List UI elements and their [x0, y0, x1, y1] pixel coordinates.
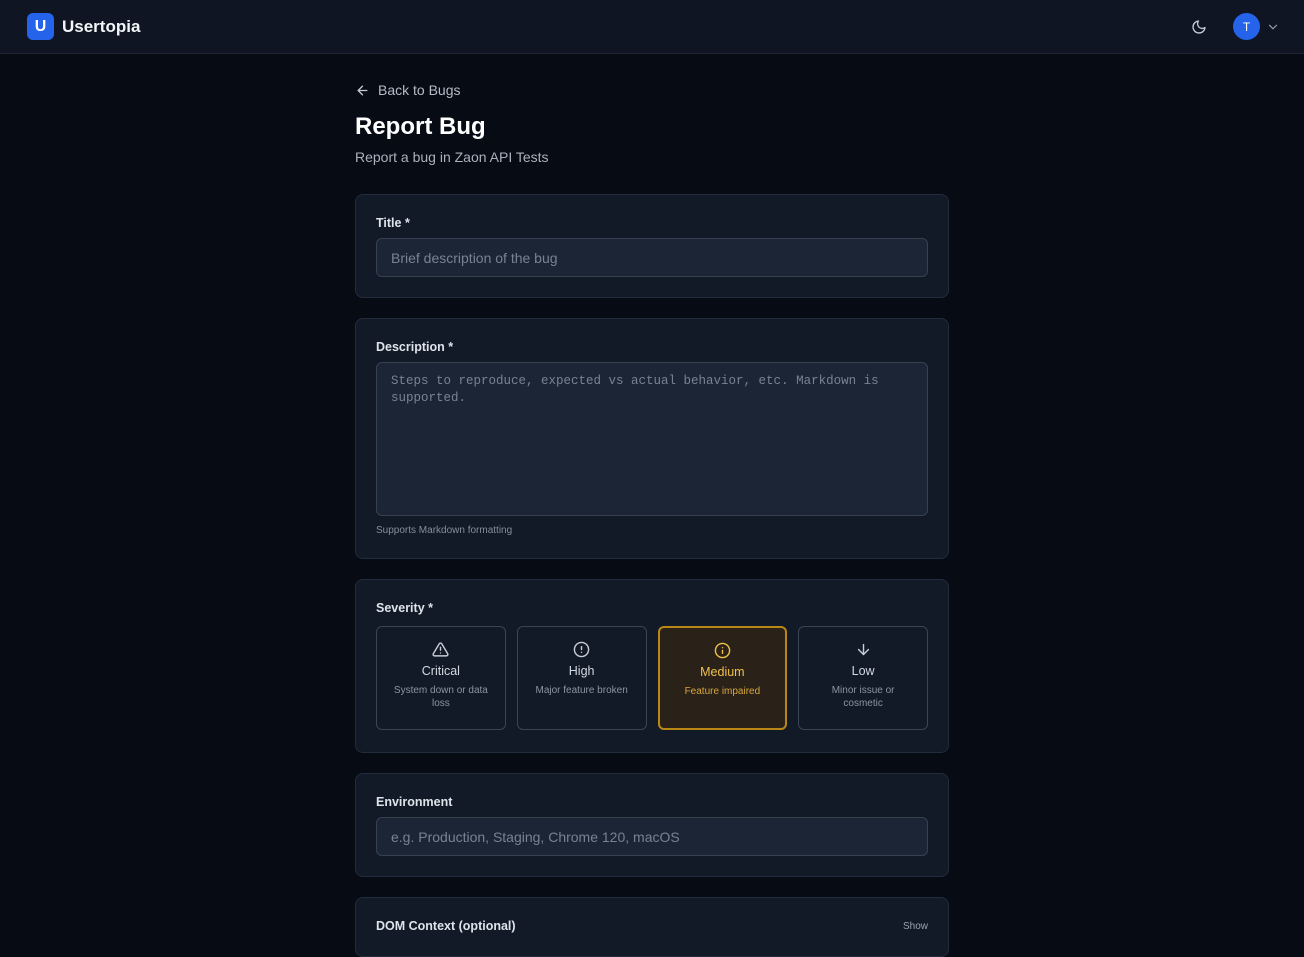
severity-desc: Feature impaired: [684, 686, 761, 697]
dom-context-card: DOM Context (optional) Show: [355, 897, 949, 957]
top-navbar: U Usertopia T: [0, 0, 1304, 54]
title-input[interactable]: [376, 238, 928, 277]
app-name: Usertopia: [62, 16, 141, 36]
description-card: Description * Supports Markdown formatti…: [355, 318, 949, 559]
environment-card: Environment: [355, 773, 949, 877]
navbar-actions: T: [1187, 13, 1280, 40]
back-link-label: Back to Bugs: [378, 82, 461, 98]
dom-context-label: DOM Context (optional): [376, 919, 516, 933]
severity-desc: Minor issue or cosmetic: [831, 685, 895, 709]
brand-link[interactable]: U Usertopia: [27, 13, 140, 40]
description-textarea[interactable]: [376, 362, 928, 516]
severity-option-medium[interactable]: Medium Feature impaired: [657, 626, 788, 730]
environment-input[interactable]: [376, 817, 928, 856]
severity-card: Severity * Critical System down or data …: [355, 579, 949, 753]
severity-name: Medium: [700, 665, 745, 679]
arrow-down-icon: [857, 643, 869, 656]
severity-option-critical[interactable]: Critical System down or data loss: [376, 626, 506, 730]
title-card: Title *: [355, 194, 949, 298]
title-label: Title *: [376, 216, 410, 230]
user-menu-button[interactable]: T: [1233, 13, 1280, 40]
info-circle-icon: [714, 642, 731, 659]
moon-icon: [1192, 19, 1206, 34]
markdown-hint: Supports Markdown formatting: [376, 525, 513, 536]
dom-context-show-button[interactable]: Show: [903, 921, 928, 932]
theme-toggle-button[interactable]: [1187, 15, 1211, 39]
environment-label: Environment: [376, 795, 453, 809]
warning-triangle-icon: [432, 642, 449, 657]
avatar: T: [1233, 13, 1260, 40]
app-logo: U: [27, 13, 54, 40]
severity-label: Severity *: [376, 601, 433, 615]
severity-desc: Major feature broken: [535, 685, 628, 696]
description-label: Description *: [376, 340, 454, 354]
page-title: Report Bug: [355, 113, 486, 140]
chevron-down-icon: [1268, 24, 1278, 29]
severity-name: Critical: [421, 664, 460, 678]
report-bug-page: Back to Bugs Report Bug Report a bug in …: [355, 54, 949, 957]
severity-option-high[interactable]: High Major feature broken: [516, 626, 647, 730]
severity-options: Critical System down or data loss High M…: [376, 626, 928, 730]
severity-desc: System down or data loss: [393, 685, 488, 709]
severity-name: Low: [851, 664, 875, 678]
back-to-bugs-link[interactable]: Back to Bugs: [355, 82, 461, 98]
severity-name: High: [568, 664, 595, 678]
page-subtitle: Report a bug in Zaon API Tests: [355, 149, 549, 165]
arrow-left-icon: [357, 85, 368, 95]
severity-option-low[interactable]: Low Minor issue or cosmetic: [798, 626, 928, 730]
alert-circle-icon: [573, 641, 590, 658]
